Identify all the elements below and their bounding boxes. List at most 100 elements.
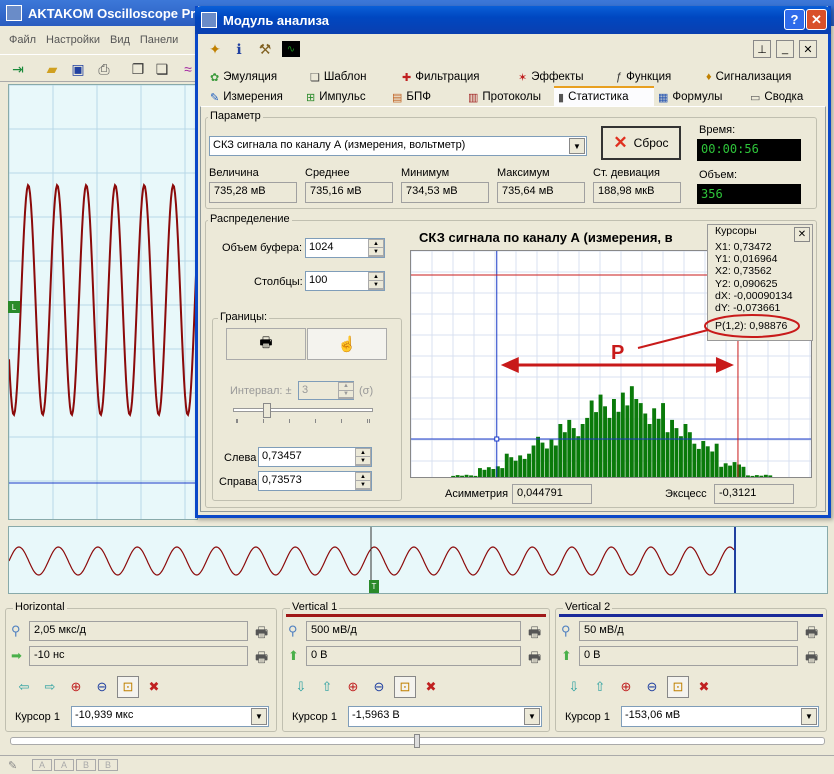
exit-icon[interactable]: ⇥ [6, 58, 30, 80]
menu-file[interactable]: Файл [9, 34, 36, 52]
copy-icon[interactable]: ❐ [126, 58, 150, 80]
tab-effects[interactable]: ✶ Эффекты [514, 68, 612, 86]
menu-panels[interactable]: Панели [140, 34, 178, 52]
fit-icon[interactable]: ⊡ [667, 676, 689, 698]
zoom-in-icon[interactable]: ⊕ [615, 676, 637, 698]
protocol-icon: ▥ [468, 91, 479, 104]
tools-icon[interactable]: ⚒ [253, 38, 277, 60]
menu-view[interactable]: Вид [110, 34, 130, 52]
tool-icon[interactable]: 🖶 [528, 622, 541, 646]
interval-slider-thumb[interactable] [263, 403, 271, 418]
reset-button[interactable]: ✕ Сброс [601, 126, 681, 160]
time-scrollbar[interactable] [10, 734, 825, 748]
up-icon[interactable]: ⇧ [316, 676, 338, 698]
summary-icon: ▭ [750, 91, 761, 104]
buffer-value: 1024 [309, 241, 334, 253]
cursor-select[interactable]: -10,939 мкс ▼ [71, 706, 269, 727]
arrow-right-icon: ➡ [11, 648, 22, 663]
print-icon[interactable]: ⎙ [92, 58, 116, 80]
volume-display: 356 [697, 184, 801, 204]
offset-field[interactable]: 0 В [306, 646, 521, 666]
overview-strip[interactable] [8, 526, 828, 594]
tab-function[interactable]: ƒ Функция [612, 68, 702, 86]
bounds-manual-button[interactable]: 🖶 [226, 328, 306, 360]
bounds-hand-button[interactable]: ☝ [307, 328, 387, 360]
tab-pulse[interactable]: ⊞ Импульс [302, 88, 388, 106]
left-stepper[interactable]: ▲ ▼ [355, 448, 371, 466]
tool-icon[interactable]: 🖶 [528, 647, 541, 671]
close-module-button[interactable]: ✕ [799, 40, 817, 58]
info-icon[interactable]: ℹ [227, 38, 251, 60]
tool-icon[interactable]: 🖶 [255, 622, 268, 646]
close-window-button[interactable]: ✕ [806, 9, 827, 30]
tab-label: Измерения [223, 91, 283, 103]
wizard-icon[interactable]: ✦ [203, 38, 227, 60]
scope-screen[interactable] [8, 84, 198, 520]
time-label: Время: [699, 124, 736, 136]
pin-button[interactable]: ⊥ [753, 40, 771, 58]
asym-value: 0,044791 [512, 484, 592, 504]
save-icon[interactable]: ▣ [66, 58, 90, 80]
menu-settings[interactable]: Настройки [46, 34, 100, 52]
tab-protocol[interactable]: ▥ Протоколы [464, 88, 554, 106]
offset-field[interactable]: 0 В [579, 646, 798, 666]
chevron-down-icon[interactable]: ▼ [524, 708, 540, 725]
zoom-out-icon[interactable]: ⊖ [368, 676, 390, 698]
prev-icon[interactable]: ⇦ [13, 676, 35, 698]
open-folder-icon[interactable]: ▰ [40, 58, 64, 80]
fit-icon[interactable]: ⊡ [394, 676, 416, 698]
trigger-marker[interactable]: T [369, 580, 379, 593]
tab-emulation[interactable]: ✿ Эмуляция [206, 68, 306, 86]
statusbar: ✎ А А В В [0, 755, 834, 774]
bounds-group-title: Границы: [218, 311, 270, 323]
tool-icon[interactable]: 🖶 [805, 647, 818, 671]
down-icon[interactable]: ⇩ [563, 676, 585, 698]
tab-fft[interactable]: ▤ БПФ [388, 88, 464, 106]
zoom-out-icon[interactable]: ⊖ [641, 676, 663, 698]
status-a1: А [32, 759, 52, 771]
time-scroll-thumb[interactable] [414, 734, 420, 748]
scale-field[interactable]: 2,05 мкс/д [29, 621, 248, 641]
delete-icon[interactable]: ✖ [693, 676, 715, 698]
chevron-down-icon[interactable]: ▼ [801, 708, 817, 725]
up-icon[interactable]: ⇧ [589, 676, 611, 698]
tab-filter[interactable]: ✚ Фильтрация [398, 68, 514, 86]
zoom-out-icon[interactable]: ⊖ [91, 676, 113, 698]
help-button[interactable]: ? [784, 9, 805, 30]
next-icon[interactable]: ⇨ [39, 676, 61, 698]
tab-statistics[interactable]: ▮ Статистика [554, 86, 654, 106]
cursor-select[interactable]: -153,06 мВ ▼ [621, 706, 819, 727]
delete-icon[interactable]: ✖ [143, 676, 165, 698]
chevron-down-icon[interactable]: ▼ [251, 708, 267, 725]
function-icon: ƒ [616, 71, 623, 83]
fit-icon[interactable]: ⊡ [117, 676, 139, 698]
paste-icon[interactable]: ❏ [150, 58, 174, 80]
cursors-close-button[interactable]: ✕ [794, 227, 810, 242]
tab-alarm[interactable]: ♦ Сигнализация [702, 68, 820, 86]
cursor-select[interactable]: -1,5963 В ▼ [348, 706, 542, 727]
tab-template[interactable]: ❏ Шаблон [306, 68, 398, 86]
tool-icon[interactable]: 🖶 [255, 647, 268, 671]
scale-field[interactable]: 500 мВ/д [306, 621, 521, 641]
right-stepper[interactable]: ▲ ▼ [355, 472, 371, 490]
interval-value: 3 [302, 384, 309, 396]
scope-view-icon[interactable]: ∿ [282, 41, 300, 57]
columns-stepper[interactable]: ▲ ▼ [368, 272, 384, 290]
tool-icon[interactable]: 🖶 [805, 622, 818, 646]
offset-field[interactable]: -10 нс [29, 646, 248, 666]
interval-slider[interactable] [233, 408, 373, 412]
param-select[interactable]: СКЗ сигнала по каналу А (измерения, воль… [209, 136, 587, 156]
buffer-stepper[interactable]: ▲ ▼ [368, 239, 384, 257]
scale-field[interactable]: 50 мВ/д [579, 621, 798, 641]
delete-icon[interactable]: ✖ [420, 676, 442, 698]
chevron-down-icon[interactable]: ▼ [569, 138, 585, 154]
zoom-in-icon[interactable]: ⊕ [65, 676, 87, 698]
interval-stepper[interactable]: ▲ ▼ [338, 382, 354, 399]
tab-summary[interactable]: ▭ Сводка [746, 88, 822, 106]
tab-formula[interactable]: ▦ Формулы [654, 88, 746, 106]
tab-measure[interactable]: ✎ Измерения [206, 88, 302, 106]
zoom-in-icon[interactable]: ⊕ [342, 676, 364, 698]
minimize-button[interactable]: _ [776, 40, 794, 58]
magnifier-icon: ⚲ [11, 623, 21, 638]
down-icon[interactable]: ⇩ [290, 676, 312, 698]
